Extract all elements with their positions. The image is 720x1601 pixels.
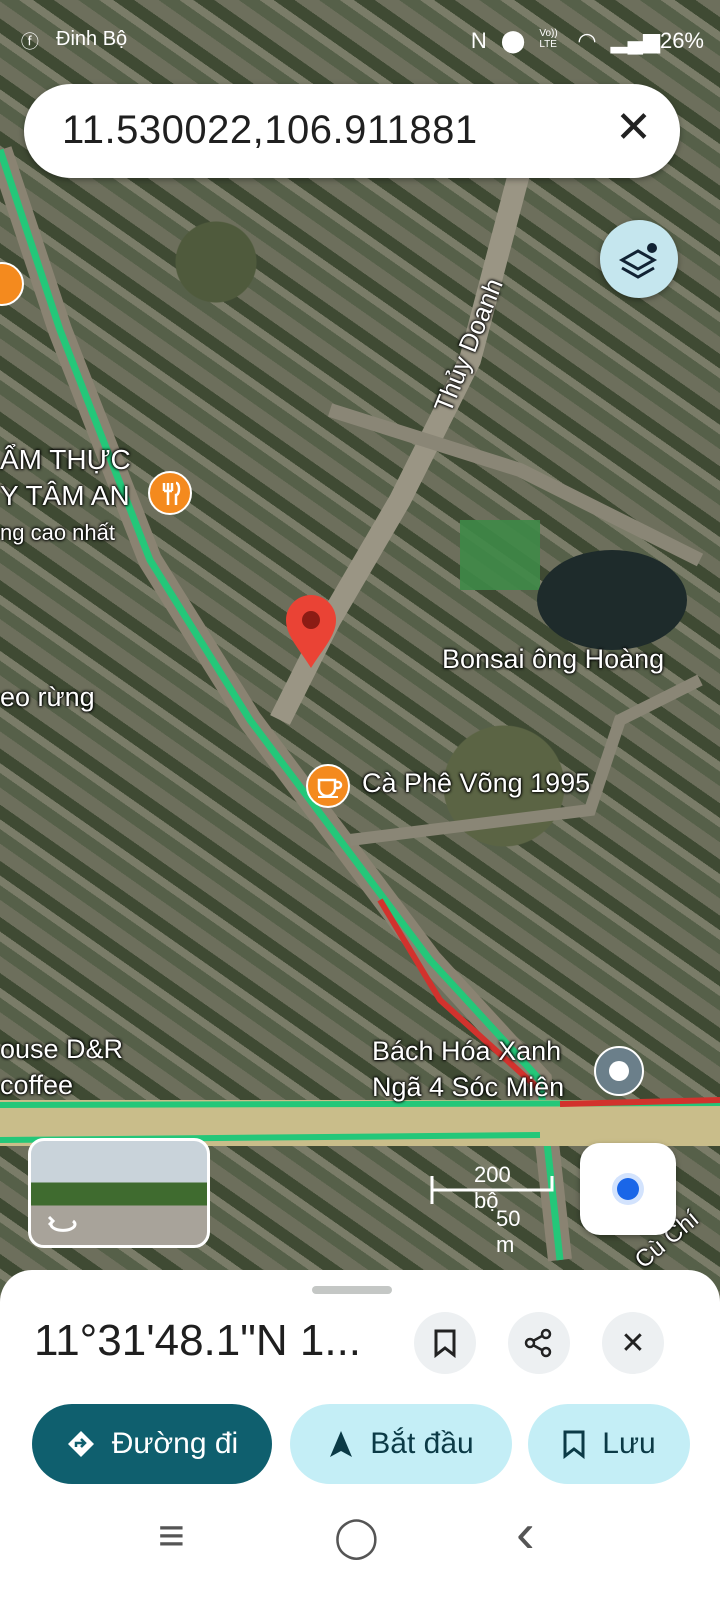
close-button[interactable]: ✕ bbox=[602, 1312, 664, 1374]
start-label: Bắt đầu bbox=[370, 1427, 474, 1460]
scale-bottom-label: 50 m bbox=[496, 1206, 521, 1257]
my-location-button[interactable] bbox=[580, 1143, 676, 1235]
layers-button[interactable] bbox=[600, 220, 678, 298]
share-button[interactable] bbox=[508, 1312, 570, 1374]
system-navigation-bar: ≡ ◯ ‹ bbox=[0, 1490, 720, 1601]
map-label-poi[interactable]: coffee bbox=[0, 1070, 73, 1101]
drag-handle[interactable] bbox=[312, 1286, 392, 1294]
location-icon: ⬤ bbox=[500, 28, 526, 53]
navigation-arrow-icon bbox=[330, 1431, 353, 1457]
status-icons: ⓕ N ⬤ Vo)) LTE ◠ ▂▄▆ bbox=[21, 28, 660, 54]
save-button[interactable] bbox=[414, 1312, 476, 1374]
place-title: 11°31'48.1"N 1... bbox=[34, 1316, 362, 1365]
map-label-poi[interactable]: ouse D&R bbox=[0, 1034, 123, 1065]
bookmark-icon bbox=[434, 1329, 456, 1358]
nfc-icon: N bbox=[470, 28, 487, 53]
save-label: Lưu bbox=[602, 1427, 656, 1460]
home-button[interactable]: ◯ bbox=[334, 1514, 379, 1560]
layers-icon bbox=[618, 243, 658, 279]
battery-level: 26% bbox=[659, 28, 704, 53]
directions-icon bbox=[67, 1431, 94, 1457]
map-label-poi[interactable]: ẨM THỰC bbox=[0, 444, 131, 476]
directions-label: Đường đi bbox=[111, 1427, 239, 1460]
map-label-poi[interactable]: Bonsai ông Hoàng bbox=[442, 644, 664, 675]
share-icon bbox=[524, 1328, 552, 1358]
signal-icon: ▂▄▆ bbox=[610, 28, 660, 53]
restaurant-icon[interactable] bbox=[148, 471, 192, 515]
search-bar[interactable]: 11.530022,106.911881 ✕ bbox=[24, 84, 680, 178]
back-button[interactable]: ‹ bbox=[516, 1500, 535, 1565]
street-view-thumbnail[interactable] bbox=[28, 1138, 210, 1248]
map-label-poi[interactable]: eo rừng bbox=[0, 682, 95, 713]
directions-button[interactable]: Đường đi bbox=[32, 1404, 272, 1484]
bookmark-icon bbox=[563, 1430, 585, 1459]
save-place-button[interactable]: Lưu bbox=[528, 1404, 690, 1484]
map-label-poi: ng cao nhất bbox=[0, 520, 115, 545]
wifi-icon: ◠ bbox=[577, 28, 597, 53]
my-location-icon bbox=[617, 1178, 639, 1200]
map-label-poi[interactable]: Bách Hóa Xanh bbox=[372, 1036, 561, 1067]
status-text: Đinh Bộ bbox=[56, 28, 128, 50]
clear-search-button[interactable]: ✕ bbox=[615, 102, 652, 153]
volte-icon: Vo)) LTE bbox=[539, 28, 558, 50]
status-bar: Đinh Bộ ⓕ N ⬤ Vo)) LTE ◠ ▂▄▆ 26% bbox=[0, 22, 720, 62]
search-query[interactable]: 11.530022,106.911881 bbox=[62, 108, 478, 153]
recents-button[interactable]: ≡ bbox=[158, 1508, 185, 1562]
satellite-map[interactable]: Thủy Doanh ẨM THỰC Y TÂM AN ng cao nhất … bbox=[0, 0, 720, 1310]
store-pin-icon[interactable] bbox=[594, 1046, 644, 1096]
map-label-poi[interactable]: Ngã 4 Sóc Miên bbox=[372, 1072, 564, 1103]
facebook-icon: ⓕ bbox=[20, 32, 39, 52]
map-label-poi[interactable]: Y TÂM AN bbox=[0, 480, 130, 512]
coffee-cup-icon[interactable] bbox=[306, 764, 350, 808]
location-pin-icon bbox=[286, 595, 336, 668]
scale-bar bbox=[430, 1176, 554, 1204]
start-navigation-button[interactable]: Bắt đầu bbox=[290, 1404, 512, 1484]
map-label-poi[interactable]: Cà Phê Võng 1995 bbox=[362, 768, 590, 799]
rotate-360-icon bbox=[47, 1215, 77, 1232]
